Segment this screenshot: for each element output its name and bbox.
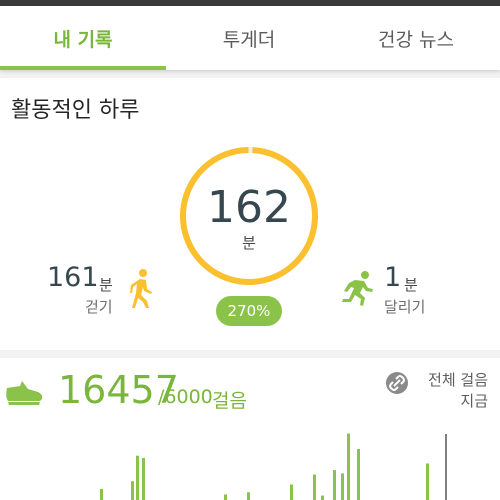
running-icon bbox=[342, 271, 373, 306]
step-bar bbox=[131, 481, 134, 500]
step-bar bbox=[142, 457, 145, 500]
link-line-1: 전체 걸음 bbox=[428, 371, 488, 389]
steps-goal: /6000 bbox=[158, 386, 213, 408]
total-minutes: 162 bbox=[207, 182, 291, 233]
running-label: 달리기 bbox=[384, 298, 426, 316]
walking-unit: 분 bbox=[99, 276, 113, 294]
step-bar bbox=[321, 495, 324, 500]
step-bar bbox=[290, 484, 293, 500]
running-minutes: 1 bbox=[384, 262, 402, 293]
step-bar bbox=[136, 455, 139, 500]
step-bar bbox=[357, 449, 360, 500]
total-minutes-unit: 분 bbox=[242, 234, 256, 252]
tab-label: 투게더 bbox=[222, 28, 276, 51]
activity-card[interactable]: 활동적인 하루 162 분 270% 161 분 걷기 1 분 달리기 bbox=[0, 78, 500, 350]
activity-title: 활동적인 하루 bbox=[11, 98, 140, 123]
tab-health-news[interactable]: 건강 뉴스 bbox=[332, 6, 500, 70]
step-bar bbox=[347, 433, 350, 500]
running-unit: 분 bbox=[404, 276, 418, 294]
steps-bar-chart bbox=[100, 433, 447, 500]
step-bar bbox=[426, 463, 429, 500]
step-bar bbox=[224, 494, 227, 500]
link-line-2: 지금 bbox=[460, 392, 488, 410]
step-bar bbox=[333, 470, 336, 500]
step-bar bbox=[247, 492, 250, 500]
step-bar bbox=[313, 474, 316, 500]
walking-minutes: 161 bbox=[47, 262, 99, 293]
walking-icon bbox=[130, 269, 152, 308]
tab-label: 건강 뉴스 bbox=[378, 28, 454, 51]
shoe-icon bbox=[6, 381, 43, 405]
tab-together[interactable]: 투게더 bbox=[166, 6, 332, 70]
tab-label: 내 기록 bbox=[53, 28, 113, 51]
walking-label: 걷기 bbox=[85, 298, 113, 316]
all-steps-link[interactable]: 전체 걸음 지금 bbox=[368, 370, 488, 412]
goal-percent-badge: 270% bbox=[216, 296, 282, 326]
steps-card[interactable]: 16457 /6000 걸음 전체 걸음 지금 bbox=[0, 358, 500, 500]
activity-ring: 162 분 bbox=[177, 144, 321, 288]
step-bar bbox=[341, 473, 344, 500]
step-bar bbox=[100, 488, 103, 500]
tab-bar: 내 기록 투게더 건강 뉴스 bbox=[0, 6, 500, 70]
active-tab-indicator bbox=[0, 66, 166, 70]
tab-my-records[interactable]: 내 기록 bbox=[0, 6, 166, 70]
steps-unit: 걸음 bbox=[212, 390, 247, 412]
